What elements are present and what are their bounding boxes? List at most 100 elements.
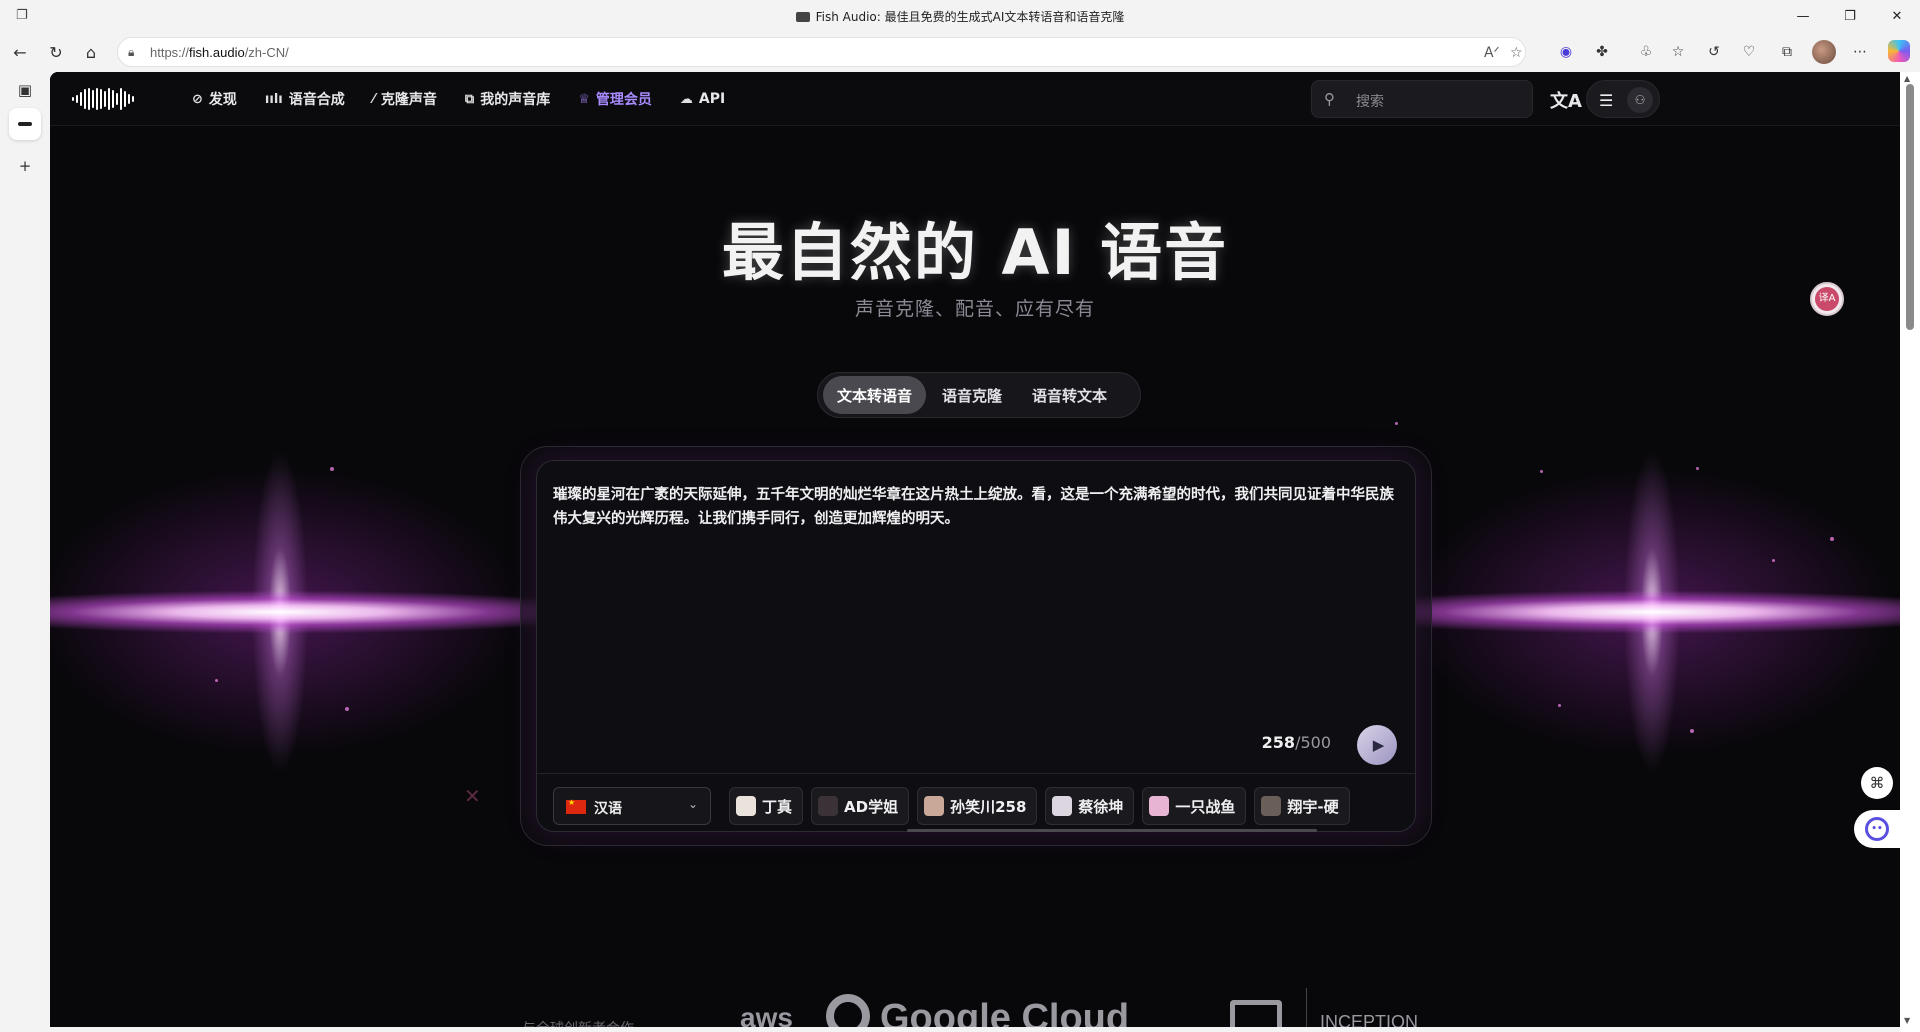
partner-divider — [1306, 988, 1307, 1027]
hero-subtitle: 声音克隆、配音、应有尽有 — [854, 298, 1095, 320]
scroll-up-arrow-icon[interactable]: ▲ — [1904, 74, 1910, 83]
cloud-icon: ☁ — [679, 91, 693, 107]
nav-clone-voice[interactable]: ⁄ 克隆声音 — [373, 89, 437, 109]
voice-name: AD学姐 — [844, 797, 899, 816]
tts-text-area[interactable]: 璀璨的星河在广袤的天际延伸，五千年文明的灿烂华章在这片热土上绽放。看，这是一个充… — [553, 483, 1399, 531]
waveform-icon: ıılı — [264, 91, 283, 107]
favorites-icon[interactable]: ☆ — [1666, 40, 1690, 64]
star-particle — [330, 467, 334, 471]
char-count: 258 — [1261, 733, 1296, 752]
command-shortcut-button[interactable]: ⌘ — [1861, 767, 1893, 799]
nav-label: 克隆声音 — [380, 92, 437, 108]
china-flag-icon — [566, 798, 586, 814]
voice-chip[interactable]: 翔宇-硬 — [1254, 787, 1350, 825]
fish-audio-logo[interactable] — [72, 88, 134, 110]
close-window-button[interactable]: ✕ — [1874, 0, 1920, 32]
search-icon: ⚲ — [1324, 90, 1335, 108]
voice-chip[interactable]: 孙笑川258 — [917, 787, 1038, 825]
restore-button[interactable]: ❐ — [1827, 0, 1873, 32]
tts-editor-card: 璀璨的星河在广袤的天际延伸，五千年文明的灿烂华章在这片热土上绽放。看，这是一个充… — [536, 460, 1416, 832]
voice-avatar — [1052, 796, 1073, 816]
partner-name: Google Cloud — [880, 997, 1130, 1027]
voice-chip[interactable]: 丁真 — [729, 787, 804, 825]
page-scrollbar-thumb[interactable] — [1906, 84, 1914, 330]
back-button[interactable]: ← — [8, 40, 32, 64]
active-tab-fish-audio[interactable] — [9, 108, 41, 140]
vertical-tab-rail: ▣ + — [0, 72, 50, 1032]
play-button[interactable]: ▶ — [1357, 725, 1397, 765]
partner-logo-aws: aws — [740, 1002, 793, 1027]
nav-label: 我的声音库 — [480, 92, 551, 108]
star-particle — [1558, 704, 1561, 707]
language-switch-icon[interactable]: 文A — [1550, 87, 1582, 113]
extension-bot-icon[interactable]: ◉ — [1554, 40, 1578, 64]
url-field[interactable]: 🔒︎ https://fish.audio/zh-CN/ Aᐟ ☆ — [117, 37, 1526, 67]
star-particle — [1830, 537, 1834, 541]
lock-icon[interactable]: 🔒︎ — [128, 45, 134, 60]
extensions-icon[interactable]: ✤ — [1590, 40, 1614, 64]
user-icon: ⚇ — [1627, 87, 1653, 113]
screenshot-icon[interactable]: ⧉ — [1775, 40, 1799, 64]
tab-text-to-speech[interactable]: 文本转语音 — [823, 376, 927, 414]
more-options-icon[interactable]: ⋯ — [1848, 40, 1872, 64]
history-icon[interactable]: ↺ — [1702, 40, 1726, 64]
performance-icon[interactable]: ♡ — [1737, 40, 1761, 64]
star-particle — [1540, 470, 1543, 473]
minimize-button[interactable]: — — [1780, 0, 1826, 32]
voice-chip[interactable]: 一只战鱼 — [1142, 787, 1247, 825]
nav-discover[interactable]: ⊘ 发现 — [192, 89, 237, 109]
copilot-icon[interactable] — [1888, 40, 1910, 62]
nav-tts[interactable]: ıılı 语音合成 — [265, 89, 345, 109]
tab-actions-icon[interactable]: ▣ — [9, 74, 41, 106]
magic-wand-icon: ⁄ — [372, 91, 375, 107]
char-max: /500 — [1295, 733, 1331, 752]
library-icon: ⧉ — [464, 91, 475, 107]
tab-speech-to-text[interactable]: 语音转文本 — [1018, 376, 1121, 414]
home-button[interactable]: ⌂ — [79, 40, 103, 64]
voice-name: 一只战鱼 — [1175, 797, 1236, 816]
language-select[interactable]: 汉语 ⌄ — [553, 787, 711, 825]
nav-api[interactable]: ☁ API — [680, 91, 725, 107]
profile-avatar[interactable] — [1812, 40, 1836, 64]
refresh-button[interactable]: ↻ — [44, 40, 68, 64]
translate-float-button[interactable]: 译A — [1810, 282, 1844, 316]
assistant-float-button[interactable]: •• — [1854, 810, 1900, 848]
browser-title-bar: ❐ Fish Audio: 最佳且免费的生成式AI文本转语音和语音克隆 — ❐ … — [0, 0, 1920, 32]
favorite-star-icon[interactable]: ☆ — [1510, 45, 1523, 61]
voice-avatar — [818, 796, 839, 816]
crown-icon: ♕ — [578, 91, 590, 107]
language-select-value: 汉语 — [594, 801, 622, 817]
assistant-bot-icon: •• — [1865, 817, 1889, 841]
browser-essentials-icon[interactable]: ♧ — [1634, 40, 1658, 64]
star-particle — [1395, 422, 1398, 425]
star-particle — [215, 679, 218, 682]
account-menu-button[interactable]: ☰ ⚇ — [1586, 80, 1660, 118]
scroll-down-arrow-icon[interactable]: ▼ — [1904, 1016, 1910, 1025]
voice-name: 蔡徐坤 — [1078, 797, 1124, 816]
tab-voice-clone[interactable]: 语音克隆 — [928, 376, 1016, 414]
play-icon: ▶ — [1372, 736, 1385, 754]
star-particle — [1696, 467, 1699, 470]
main-nav: ⊘ 发现 ıılı 语音合成 ⁄ 克隆声音 ⧉ 我的声音库 ♕ 管理会员 ☁ API — [192, 72, 753, 126]
chevron-down-icon: ⌄ — [687, 797, 698, 811]
nav-label: 发现 — [208, 92, 237, 108]
hamburger-icon: ☰ — [1599, 91, 1614, 110]
tab-favicon-icon — [795, 12, 810, 22]
window-title-text: Fish Audio: 最佳且免费的生成式AI文本转语音和语音克隆 — [815, 10, 1125, 24]
compass-icon: ⊘ — [192, 91, 203, 107]
mode-tabs: 文本转语音 语音克隆 语音转文本 — [817, 372, 1141, 418]
page-viewport: ✕ ⊘ 发现 ıılı 语音合成 ⁄ 克隆声音 ⧉ 我的声音库 ♕ 管理会员 ☁ API ⚲… — [50, 72, 1900, 1027]
x-sparkle-icon: ✕ — [464, 784, 481, 808]
star-particle — [1772, 559, 1775, 562]
read-aloud-icon[interactable]: Aᐟ — [1484, 45, 1500, 61]
new-tab-button[interactable]: + — [9, 150, 41, 182]
nav-membership[interactable]: ♕ 管理会员 — [578, 89, 652, 109]
voice-chip[interactable]: 蔡徐坤 — [1045, 787, 1135, 825]
command-key-icon: ⌘ — [1869, 774, 1885, 792]
search-input[interactable]: ⚲ 搜索 — [1311, 80, 1533, 118]
voice-list-scrollbar[interactable] — [907, 829, 1317, 832]
nav-my-library[interactable]: ⧉ 我的声音库 — [465, 89, 550, 109]
address-bar-row: ← ↻ ⌂ 🔒︎ https://fish.audio/zh-CN/ Aᐟ ☆ … — [0, 32, 1920, 72]
voice-chip[interactable]: AD学姐 — [811, 787, 910, 825]
search-placeholder: 搜索 — [1356, 94, 1384, 110]
